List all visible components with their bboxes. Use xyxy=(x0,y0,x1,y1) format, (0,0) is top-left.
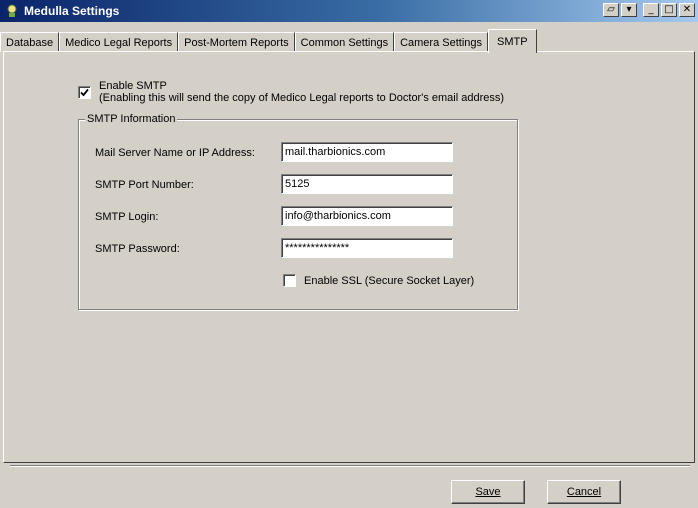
tab-database[interactable]: Database xyxy=(0,32,60,52)
save-button[interactable]: Save xyxy=(451,480,525,504)
cancel-button[interactable]: Cancel xyxy=(547,480,621,504)
window-titlebar[interactable]: Medulla Settings ▱ ▾ _ □ ✕ xyxy=(0,0,698,22)
tab-smtp[interactable]: SMTP xyxy=(488,29,537,53)
tab-post-mortem-reports[interactable]: Post-Mortem Reports xyxy=(178,32,295,52)
smtp-login-input[interactable] xyxy=(281,206,453,226)
mail-server-input[interactable] xyxy=(281,142,453,162)
enable-smtp-hint: (Enabling this will send the copy of Med… xyxy=(99,92,505,104)
enable-smtp-text: Enable SMTP (Enabling this will send the… xyxy=(99,80,504,104)
smtp-login-label: SMTP Login: xyxy=(95,211,159,223)
smtp-port-input[interactable] xyxy=(281,174,453,194)
smtp-password-label: SMTP Password: xyxy=(95,243,180,255)
restore-icon[interactable]: ▱ xyxy=(603,3,619,17)
smtp-password-input[interactable] xyxy=(281,238,453,258)
enable-ssl-row: Enable SSL (Secure Socket Layer) xyxy=(283,274,474,287)
checkmark-icon xyxy=(80,88,89,97)
smtp-port-label: SMTP Port Number: xyxy=(95,179,194,191)
mail-server-label: Mail Server Name or IP Address: xyxy=(95,147,255,159)
tab-camera-settings[interactable]: Camera Settings xyxy=(394,32,489,52)
tab-medico-legal-reports[interactable]: Medico Legal Reports xyxy=(59,32,179,52)
group-title: SMTP Information xyxy=(85,113,178,125)
enable-smtp-checkbox[interactable] xyxy=(78,86,91,99)
window-title: Medulla Settings xyxy=(24,4,120,18)
tab-strip: Database Medico Legal Reports Post-Morte… xyxy=(0,29,537,53)
enable-ssl-label: Enable SSL (Secure Socket Layer) xyxy=(304,274,475,287)
medulla-app-icon xyxy=(4,3,20,19)
enable-smtp-row: Enable SMTP (Enabling this will send the… xyxy=(78,80,504,104)
enable-smtp-label: Enable SMTP xyxy=(99,80,167,92)
maximize-button[interactable]: □ xyxy=(661,3,677,17)
minimize-button[interactable]: _ xyxy=(643,3,659,17)
close-button[interactable]: ✕ xyxy=(679,3,695,17)
dropdown-icon[interactable]: ▾ xyxy=(621,3,637,17)
enable-ssl-checkbox[interactable] xyxy=(283,274,296,287)
tab-common-settings[interactable]: Common Settings xyxy=(294,32,395,52)
bottom-separator xyxy=(10,465,690,467)
